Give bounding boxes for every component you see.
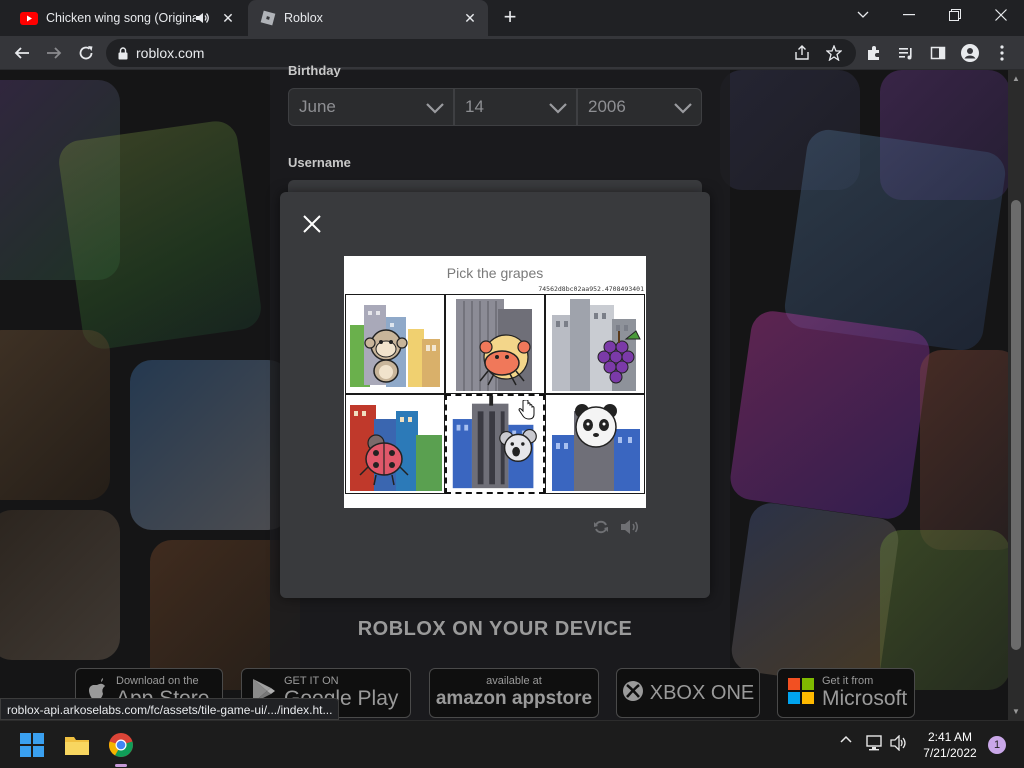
- menu-kebab-icon[interactable]: [990, 41, 1014, 65]
- volume-icon[interactable]: [890, 735, 908, 751]
- ladybug-building-image: [350, 405, 442, 491]
- page-scrollbar[interactable]: ▲ ▼: [1008, 70, 1024, 720]
- birthday-day-select[interactable]: 14: [454, 88, 577, 126]
- media-control-icon[interactable]: [894, 41, 918, 65]
- show-hidden-icons[interactable]: [840, 735, 852, 743]
- microsoft-store-button[interactable]: Get it from Microsoft: [777, 668, 915, 718]
- profile-avatar-icon[interactable]: [958, 41, 982, 65]
- tab-roblox[interactable]: Roblox ✕: [248, 0, 488, 36]
- chevron-down-icon: [425, 98, 445, 123]
- captcha-tile-panda[interactable]: [545, 394, 645, 494]
- background-game-tile: [880, 530, 1008, 690]
- clock-date: 7/21/2022: [923, 746, 977, 760]
- status-bar-link: roblox-api.arkoselabs.com/fc/assets/tile…: [0, 698, 340, 720]
- clock-time: 2:41 AM: [927, 730, 973, 744]
- birthday-label: Birthday: [288, 63, 341, 77]
- store-big-text: XBOX ONE: [649, 682, 755, 704]
- new-tab-button[interactable]: +: [498, 6, 522, 30]
- address-bar[interactable]: roblox.com: [106, 39, 856, 67]
- captcha-prompt: Pick the grapes: [446, 265, 544, 281]
- captcha-tile-crab[interactable]: [445, 294, 545, 394]
- system-clock[interactable]: 2:41 AM 7/21/2022: [910, 729, 990, 761]
- birthday-month-select[interactable]: June: [288, 88, 454, 126]
- captcha-tile-grid: [345, 294, 645, 494]
- scroll-down-icon[interactable]: ▼: [1011, 707, 1021, 716]
- reload-icon[interactable]: [74, 41, 98, 65]
- captcha-panel: Pick the grapes 74562d8bc02aa952.4708493…: [344, 256, 646, 508]
- crab-building-image: [456, 299, 532, 391]
- chevron-down-icon: [673, 98, 693, 123]
- xbox-one-button[interactable]: XBOX ONE: [616, 668, 760, 718]
- xbox-icon: [622, 680, 644, 707]
- close-window-icon[interactable]: [978, 0, 1024, 30]
- store-small-text: available at: [486, 675, 542, 687]
- tab-search-icon[interactable]: [840, 0, 886, 30]
- bookmark-star-icon[interactable]: [822, 41, 846, 65]
- background-game-tile: [0, 330, 110, 500]
- captcha-tile-monkey[interactable]: [345, 294, 445, 394]
- grapes-building-image: [552, 299, 641, 391]
- background-game-tile: [727, 308, 933, 522]
- refresh-icon[interactable]: [592, 518, 610, 536]
- monkey-building-image: [350, 305, 440, 387]
- store-small-text: Get it from: [822, 675, 874, 687]
- audio-playing-icon[interactable]: [196, 12, 210, 24]
- scroll-up-icon[interactable]: ▲: [1011, 74, 1021, 83]
- captcha-tile-ladybug[interactable]: [345, 394, 445, 494]
- birthday-year-select[interactable]: 2006: [577, 88, 702, 126]
- minimize-icon[interactable]: [886, 0, 932, 30]
- day-value: 14: [465, 97, 484, 116]
- store-big-text: Microsoft: [822, 687, 908, 710]
- username-label: Username: [288, 155, 351, 170]
- chrome-icon[interactable]: [105, 729, 137, 767]
- hand-cursor-icon: [518, 399, 536, 425]
- background-game-tile: [56, 118, 264, 352]
- share-icon[interactable]: [790, 41, 814, 65]
- extensions-icon[interactable]: [862, 41, 886, 65]
- background-game-tile: [130, 360, 290, 530]
- background-game-tile: [728, 500, 902, 690]
- captcha-tile-grapes[interactable]: [545, 294, 645, 394]
- close-tab-icon[interactable]: ✕: [460, 8, 480, 28]
- tab-title: Roblox: [284, 11, 323, 25]
- close-tab-icon[interactable]: ✕: [218, 8, 238, 28]
- url-text: roblox.com: [136, 45, 205, 61]
- file-explorer-icon[interactable]: [61, 729, 93, 761]
- forward-icon[interactable]: [42, 41, 66, 65]
- lock-icon[interactable]: [118, 46, 128, 60]
- browser-toolbar: roblox.com: [0, 36, 1024, 70]
- windows-taskbar: 2:41 AM 7/21/2022: [0, 720, 1024, 768]
- browser-tab-strip: Chicken wing song (Original) ✕ Roblox ✕ …: [0, 0, 1024, 36]
- chevron-down-icon: [548, 98, 568, 123]
- month-value: June: [299, 97, 336, 116]
- audio-challenge-icon[interactable]: [620, 518, 642, 536]
- side-panel-icon[interactable]: [926, 41, 950, 65]
- microsoft-icon: [788, 677, 814, 709]
- windows-start-icon[interactable]: [16, 729, 48, 761]
- amazon-appstore-button[interactable]: available at amazon appstore: [429, 668, 599, 718]
- background-game-tile: [920, 350, 1008, 550]
- store-small-text: Download on the: [116, 675, 199, 687]
- tab-youtube[interactable]: Chicken wing song (Original) ✕: [8, 0, 246, 36]
- youtube-icon: [20, 11, 38, 25]
- panda-building-image: [552, 404, 640, 491]
- tab-title: Chicken wing song (Original): [46, 11, 196, 25]
- network-icon[interactable]: [866, 735, 884, 751]
- store-big-text: amazon appstore: [435, 688, 593, 709]
- roblox-icon: [260, 10, 276, 26]
- store-small-text: GET IT ON: [284, 675, 339, 687]
- notification-badge[interactable]: 1: [988, 736, 1006, 754]
- scrollbar-thumb[interactable]: [1011, 200, 1021, 650]
- back-icon[interactable]: [10, 41, 34, 65]
- close-icon[interactable]: [300, 212, 324, 236]
- restore-icon[interactable]: [932, 0, 978, 30]
- captcha-session-id: 74562d8bc02aa952.4708493401: [538, 285, 644, 293]
- year-value: 2006: [588, 97, 626, 116]
- device-section-title: ROBLOX ON YOUR DEVICE: [357, 618, 633, 640]
